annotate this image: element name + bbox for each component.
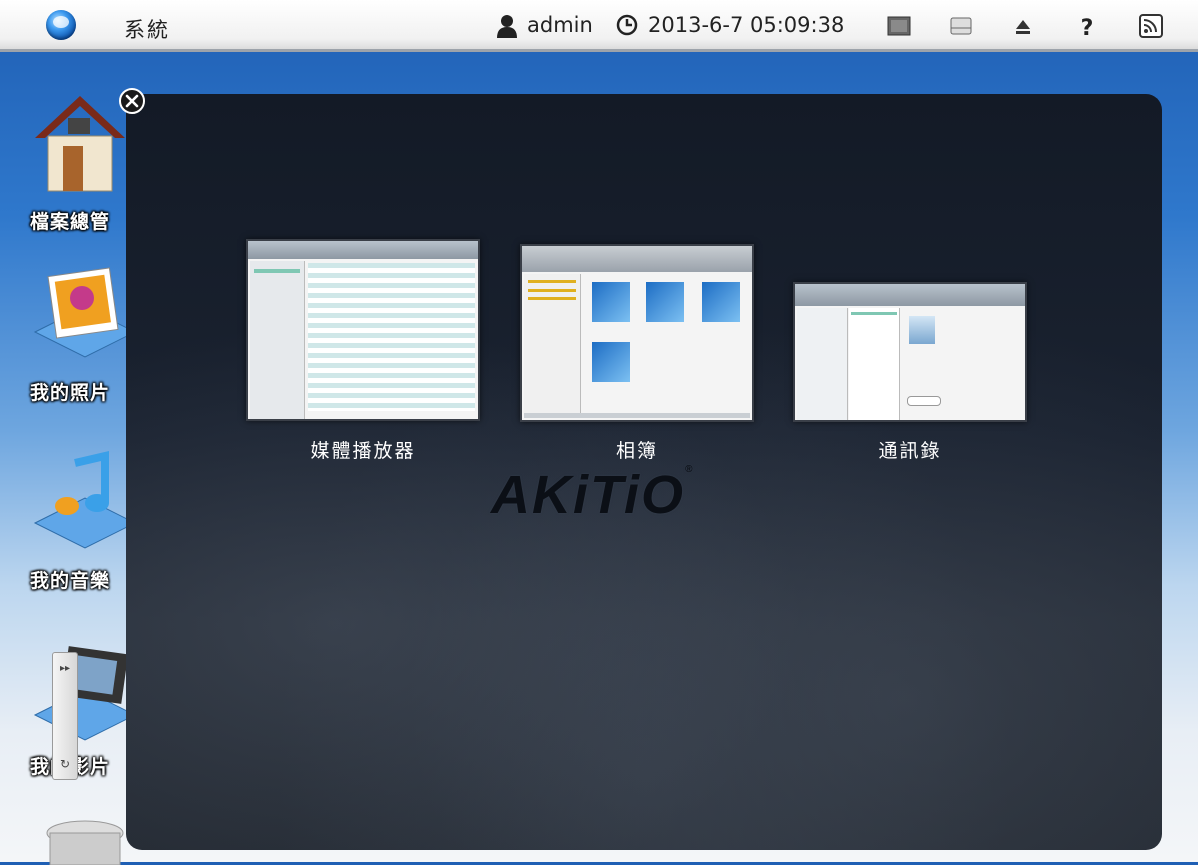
- thumb-photo: [702, 282, 740, 322]
- desktop-label-music[interactable]: 我的音樂: [30, 566, 110, 593]
- window-switcher: 媒體播放器 相簿 通訊錄 AKiTiO®: [126, 94, 1162, 850]
- side-handle[interactable]: ▸▸ ↻: [52, 652, 78, 780]
- window-label-album[interactable]: 相簿: [517, 436, 757, 463]
- brand-logo: AKiTiO®: [491, 464, 695, 525]
- page-title[interactable]: 系統: [124, 14, 170, 44]
- thumb-sidebar: [250, 261, 305, 419]
- thumb-sidebar: [524, 274, 581, 414]
- screen-icon[interactable]: [886, 14, 912, 38]
- thumb-statusbar: [524, 413, 750, 418]
- thumb-avatar: [909, 316, 935, 344]
- thumb-toolbar: [522, 246, 752, 272]
- music-icon[interactable]: [30, 448, 140, 558]
- thumb-list: [849, 308, 900, 420]
- photo-icon[interactable]: [30, 262, 140, 372]
- datetime: 2013-6-7 05:09:38: [648, 13, 845, 37]
- thumb-photo: [646, 282, 684, 322]
- window-label-contacts[interactable]: 通訊錄: [790, 436, 1030, 463]
- user-icon: [497, 15, 517, 38]
- desktop-label-photos[interactable]: 我的照片: [30, 378, 110, 405]
- thumb-toolbar: [795, 284, 1025, 306]
- thumb-toolbar: [248, 241, 478, 259]
- thumb-photo: [592, 282, 630, 322]
- trash-icon[interactable]: [30, 815, 140, 865]
- help-icon[interactable]: ?: [1074, 14, 1100, 38]
- system-logo-icon[interactable]: [46, 10, 76, 40]
- window-label-media-player[interactable]: 媒體播放器: [243, 436, 483, 463]
- thumb-button: [907, 396, 941, 406]
- refresh-icon: ↻: [60, 757, 71, 771]
- eject-icon[interactable]: [1010, 14, 1036, 38]
- window-thumb-album[interactable]: [520, 244, 754, 422]
- window-thumb-media-player[interactable]: [246, 239, 480, 421]
- top-bar: 系統 admin 2013-6-7 05:09:38 ?: [0, 0, 1198, 52]
- rss-icon[interactable]: [1138, 14, 1164, 38]
- close-icon[interactable]: [119, 88, 145, 114]
- window-thumb-contacts[interactable]: [793, 282, 1027, 422]
- clock-icon: [616, 14, 638, 36]
- user-name[interactable]: admin: [527, 13, 593, 37]
- thumb-sidebar: [797, 308, 848, 420]
- drive-icon[interactable]: [948, 14, 974, 38]
- forward-icon: ▸▸: [60, 663, 71, 674]
- film-icon[interactable]: [30, 640, 140, 750]
- desktop-label-files[interactable]: 檔案總管: [30, 207, 110, 234]
- thumb-list: [308, 263, 475, 411]
- thumb-photo: [592, 342, 630, 382]
- svg-text:?: ?: [1081, 16, 1094, 38]
